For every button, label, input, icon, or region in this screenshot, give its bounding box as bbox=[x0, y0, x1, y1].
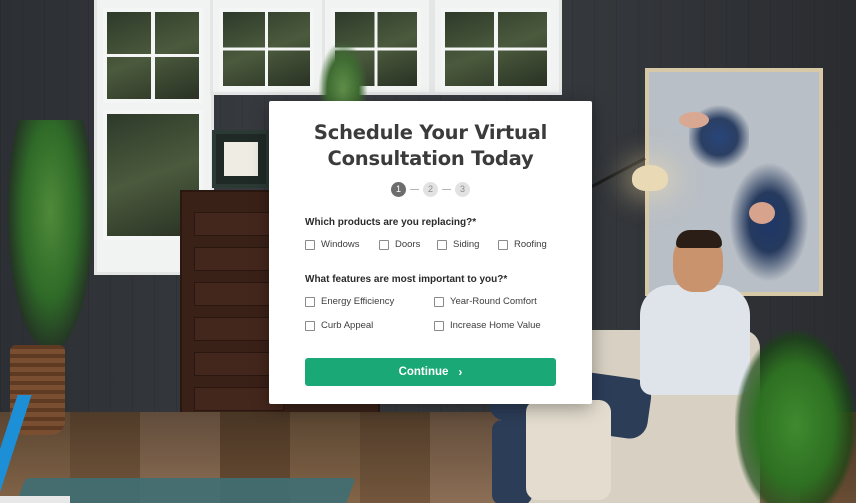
step-3: 3 bbox=[455, 181, 470, 197]
product-option-doors[interactable]: Doors bbox=[379, 239, 420, 250]
consultation-form-card: Schedule Your Virtual Consultation Today… bbox=[269, 101, 592, 404]
window-middle bbox=[210, 0, 325, 95]
step-1: 1 bbox=[391, 181, 406, 197]
product-option-windows[interactable]: Windows bbox=[305, 239, 360, 250]
products-question: Which products are you replacing?* bbox=[305, 217, 477, 228]
feature-option-year-round-comfort[interactable]: Year-Round Comfort bbox=[434, 296, 537, 307]
checkbox[interactable] bbox=[434, 296, 444, 307]
abstract-painting bbox=[645, 68, 823, 296]
product-option-siding[interactable]: Siding bbox=[437, 239, 479, 250]
plant-left bbox=[8, 120, 93, 350]
person bbox=[640, 285, 750, 395]
checkbox[interactable] bbox=[434, 320, 444, 331]
checkbox[interactable] bbox=[305, 239, 315, 250]
chevron-right-icon: › bbox=[458, 365, 463, 379]
window-right bbox=[432, 0, 562, 95]
lamp bbox=[632, 165, 668, 191]
continue-button[interactable]: Continue › bbox=[305, 358, 556, 386]
feature-option-increase-home-value[interactable]: Increase Home Value bbox=[434, 320, 541, 331]
form-title: Schedule Your Virtual Consultation Today bbox=[313, 121, 548, 170]
feature-option-curb-appeal[interactable]: Curb Appeal bbox=[305, 320, 373, 331]
checkbox[interactable] bbox=[305, 296, 315, 307]
step-2: 2 bbox=[423, 181, 438, 197]
checkbox[interactable] bbox=[379, 239, 389, 250]
picture-frame bbox=[212, 130, 270, 188]
window-plant bbox=[318, 40, 368, 102]
features-question: What features are most important to you?… bbox=[305, 274, 508, 285]
checkbox[interactable] bbox=[305, 320, 315, 331]
step-indicator: 1 2 3 bbox=[269, 181, 592, 197]
checkbox[interactable] bbox=[437, 239, 447, 250]
product-option-roofing[interactable]: Roofing bbox=[498, 239, 547, 250]
checkbox[interactable] bbox=[498, 239, 508, 250]
plant-right bbox=[735, 330, 856, 503]
feature-option-energy-efficiency[interactable]: Energy Efficiency bbox=[305, 296, 394, 307]
